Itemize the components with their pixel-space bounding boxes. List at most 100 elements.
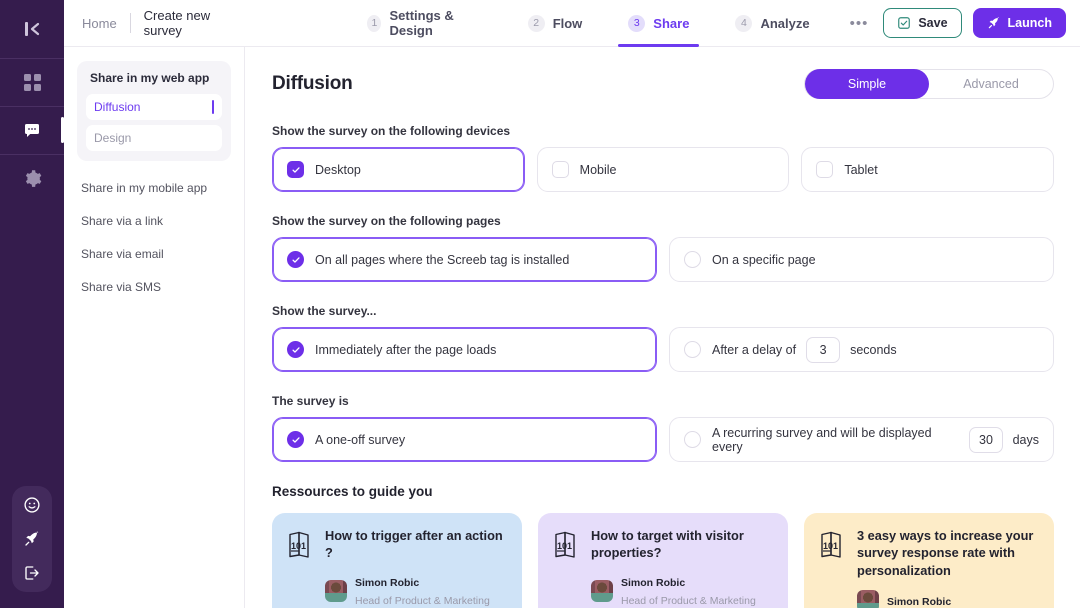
checkbox-unchecked-icon[interactable] xyxy=(816,161,834,178)
top-bar: Home Create new survey 1 Settings & Desi… xyxy=(64,0,1080,47)
resource-heading: How to target with visitor properties? xyxy=(591,528,744,561)
radio-selected-icon[interactable] xyxy=(287,431,304,448)
nav-item-label: Share via email xyxy=(81,246,164,261)
step-label: Flow xyxy=(552,15,583,31)
step-number: 1 xyxy=(367,14,382,32)
rocket-icon xyxy=(988,16,999,29)
resource-card[interactable]: 101 How to target with visitor propertie… xyxy=(538,513,788,608)
content-panel: Diffusion Simple Advanced Show the surve… xyxy=(245,47,1080,608)
recurring-inline-group: A recurring survey and will be displayed… xyxy=(712,426,1039,454)
rail-item-dashboard[interactable] xyxy=(0,59,64,106)
resources-title: Ressources to guide you xyxy=(272,484,433,499)
nav-subitem-label: Diffusion xyxy=(94,100,141,114)
resource-card[interactable]: 101 How to trigger after an action ? Sim… xyxy=(272,513,522,608)
frequency-options: A one-off survey A recurring survey and … xyxy=(272,417,1054,462)
nav-subitem-design[interactable]: Design xyxy=(86,125,222,151)
device-option-desktop[interactable]: Desktop xyxy=(272,147,525,192)
avatar xyxy=(857,589,879,608)
svg-text:101: 101 xyxy=(291,541,306,551)
pages-option-label: On all pages where the Screeb tag is ins… xyxy=(315,252,570,267)
device-option-label: Mobile xyxy=(579,162,617,177)
rail-bottom-group xyxy=(12,486,52,592)
author-role: Head of Product & Marketing xyxy=(355,594,490,607)
page-title: Diffusion xyxy=(272,73,353,94)
more-options-button[interactable]: ••• xyxy=(846,15,873,32)
pages-label: Show the survey on the following pages xyxy=(272,214,501,228)
launch-button[interactable]: Launch xyxy=(972,8,1066,38)
pages-option-all[interactable]: On all pages where the Screeb tag is ins… xyxy=(272,237,657,282)
step-settings-design[interactable]: 1 Settings & Design xyxy=(357,0,491,47)
author-name: Simon Robic xyxy=(621,576,686,589)
delay-seconds-input[interactable]: 3 xyxy=(806,336,841,363)
recurring-days-input[interactable]: 30 xyxy=(969,426,1003,453)
nav-item-share-email[interactable]: Share via email xyxy=(77,237,231,270)
step-analyze[interactable]: 4 Analyze xyxy=(725,0,819,47)
recurring-prefix-label: A recurring survey and will be displayed… xyxy=(712,425,932,454)
step-share[interactable]: 3 Share xyxy=(618,0,700,47)
resource-body: How to target with visitor properties? S… xyxy=(591,527,773,608)
radio-selected-icon[interactable] xyxy=(287,341,304,358)
wizard-steps: 1 Settings & Design 2 Flow 3 Share 4 Ana… xyxy=(357,0,845,47)
avatar xyxy=(325,579,347,602)
recurring-suffix-label: days xyxy=(1012,432,1039,447)
guide-101-icon: 101 xyxy=(818,529,846,608)
mode-toggle: Simple Advanced xyxy=(804,69,1054,99)
collapse-sidebar-button[interactable] xyxy=(0,0,64,58)
avatar xyxy=(591,579,613,602)
save-button-label: Save xyxy=(918,16,948,30)
grid-dashboard-icon xyxy=(23,74,41,91)
author-text: Simon Robic Head of Product & Marketing xyxy=(621,573,756,608)
step-label: Settings & Design xyxy=(389,8,454,38)
mode-simple-button[interactable]: Simple xyxy=(805,69,929,99)
collapse-sidebar-icon xyxy=(24,22,40,36)
rail-item-surveys[interactable] xyxy=(0,107,64,154)
radio-unselected-icon[interactable] xyxy=(684,251,701,268)
app-rail xyxy=(0,0,64,608)
nav-group-web-app: Share in my web app Diffusion Design xyxy=(77,61,231,161)
chat-bubble-icon xyxy=(25,123,39,137)
author-role: Head of Product & Marketing xyxy=(621,594,756,607)
share-nav: Share in my web app Diffusion Design Sha… xyxy=(64,47,245,608)
radio-selected-icon[interactable] xyxy=(287,251,304,268)
nav-item-mobile-app[interactable]: Share in my mobile app xyxy=(77,171,231,204)
nav-subitem-diffusion[interactable]: Diffusion xyxy=(86,94,222,120)
step-number: 2 xyxy=(527,14,545,32)
rail-item-settings[interactable] xyxy=(0,155,64,202)
save-button[interactable]: Save xyxy=(883,8,962,38)
mode-advanced-button[interactable]: Advanced xyxy=(929,69,1053,99)
radio-unselected-icon[interactable] xyxy=(684,431,701,448)
guide-101-icon: 101 xyxy=(552,529,580,608)
checkbox-unchecked-icon[interactable] xyxy=(551,161,569,178)
resource-card[interactable]: 101 3 easy ways to increase your survey … xyxy=(804,513,1054,608)
timing-option-delay[interactable]: After a delay of 3 seconds xyxy=(669,327,1054,372)
resource-author: Simon Robic Head of Product & Marketing xyxy=(591,573,773,608)
device-option-mobile[interactable]: Mobile xyxy=(536,147,790,192)
frequency-option-oneoff[interactable]: A one-off survey xyxy=(272,417,657,462)
step-number: 4 xyxy=(735,14,753,32)
rocket-icon[interactable] xyxy=(23,530,41,548)
breadcrumb-home[interactable]: Home xyxy=(82,16,117,31)
author-text: Simon Robic Head of Product & Marketing xyxy=(355,573,490,608)
devices-options: Desktop Mobile Tablet xyxy=(272,147,1055,192)
step-label: Share xyxy=(653,15,690,31)
logout-icon[interactable] xyxy=(23,564,41,582)
frequency-option-label: A one-off survey xyxy=(315,432,406,447)
device-option-tablet[interactable]: Tablet xyxy=(801,147,1055,192)
step-flow[interactable]: 2 Flow xyxy=(518,0,593,47)
checkbox-checked-icon[interactable] xyxy=(287,161,304,178)
frequency-option-recurring[interactable]: A recurring survey and will be displayed… xyxy=(669,417,1054,462)
pages-option-label: On a specific page xyxy=(712,252,816,267)
nav-item-share-link[interactable]: Share via a link xyxy=(77,204,231,237)
nav-list: Share in my mobile app Share via a link … xyxy=(77,171,231,303)
resource-heading: How to trigger after an action ? xyxy=(325,528,503,561)
pages-option-specific[interactable]: On a specific page xyxy=(669,237,1054,282)
nav-item-share-sms[interactable]: Share via SMS xyxy=(77,270,231,303)
content-header: Diffusion Simple Advanced xyxy=(272,69,1054,99)
top-bar-actions: ••• Save Launch xyxy=(846,8,1066,38)
smiley-help-icon[interactable] xyxy=(23,496,41,514)
checkbox-check-icon xyxy=(898,17,911,29)
pages-options: On all pages where the Screeb tag is ins… xyxy=(272,237,1054,282)
radio-unselected-icon[interactable] xyxy=(684,341,701,358)
timing-option-immediate[interactable]: Immediately after the page loads xyxy=(272,327,657,372)
timing-option-label: Immediately after the page loads xyxy=(315,342,497,357)
